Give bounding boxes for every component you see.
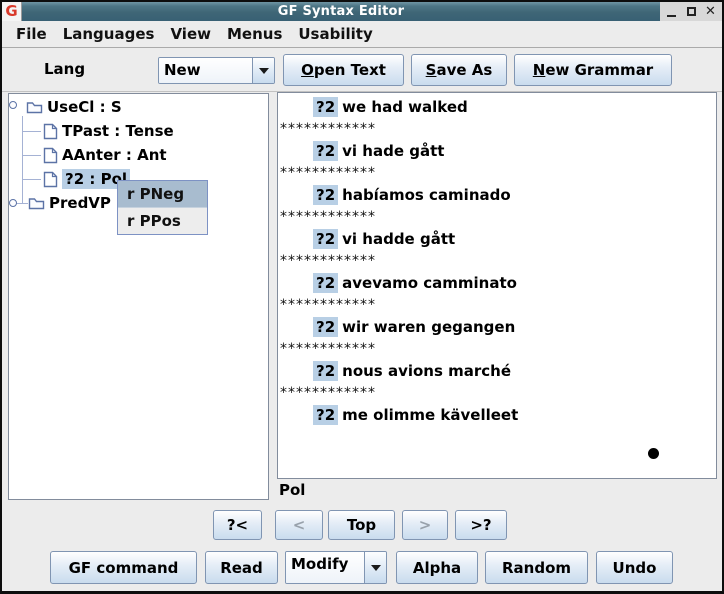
maximize-icon	[687, 7, 696, 16]
nav-top-button[interactable]: Top	[328, 510, 395, 540]
sentence-finnish[interactable]: ?2me olimme kävelleet	[278, 404, 716, 426]
window-title: GF Syntax Editor	[278, 4, 404, 19]
bullet-dot-icon	[648, 448, 659, 459]
sentence-norwegian[interactable]: ?2vi hadde gått	[278, 228, 716, 250]
tree-node-label: AAnter : Ant	[62, 146, 167, 164]
document-icon	[43, 147, 58, 164]
document-icon	[43, 171, 58, 188]
tree-connector-line	[22, 116, 23, 203]
gf-syntax-editor-window: G GF Syntax Editor ✕ File Languages View…	[0, 0, 724, 594]
metavariable-token[interactable]: ?2	[313, 229, 338, 249]
random-button[interactable]: Random	[485, 551, 588, 584]
nav-prev-button[interactable]: <	[275, 510, 323, 540]
linearization-panel: ?2we had walked ************ ?2vi hade g…	[277, 92, 717, 479]
folder-icon	[28, 196, 45, 210]
metavariable-token[interactable]: ?2	[313, 273, 338, 293]
sentence-french[interactable]: ?2nous avions marché	[278, 360, 716, 382]
tree-node-label: TPast : Tense	[62, 122, 174, 140]
separator-line: ************	[278, 250, 716, 272]
metavariable-token[interactable]: ?2	[313, 97, 338, 117]
tree-node-usecl[interactable]: UseCl : S	[26, 96, 122, 118]
menu-bar: File Languages View Menus Usability	[2, 21, 722, 48]
chevron-down-icon	[259, 68, 269, 74]
menu-view[interactable]: View	[162, 25, 219, 43]
syntax-tree-panel: UseCl : S TPast : Tense AAnter : Ant ?2 …	[8, 93, 269, 500]
lang-combobox[interactable]: New	[158, 57, 275, 84]
popup-item-pneg[interactable]: r PNeg	[118, 181, 207, 208]
status-category-label: Pol	[279, 481, 305, 499]
separator-line: ************	[278, 118, 716, 140]
alpha-button[interactable]: Alpha	[396, 551, 478, 584]
separator-line: ************	[278, 382, 716, 404]
minimize-icon	[667, 15, 676, 17]
tree-connector-line	[22, 155, 41, 156]
tree-connector-line	[22, 179, 41, 180]
folder-icon	[26, 100, 43, 114]
tree-handle-expanded-icon[interactable]	[9, 101, 17, 109]
menu-usability[interactable]: Usability	[290, 25, 380, 43]
nav-prev-metavariable-button[interactable]: ?<	[213, 510, 262, 540]
tree-node-aanter[interactable]: AAnter : Ant	[43, 144, 167, 166]
separator-line: ************	[278, 338, 716, 360]
sentence-swedish[interactable]: ?2vi hade gått	[278, 140, 716, 162]
metavariable-token[interactable]: ?2	[313, 317, 338, 337]
metavariable-token[interactable]: ?2	[313, 361, 338, 381]
metavariable-token[interactable]: ?2	[313, 141, 338, 161]
toolbar: Lang New Open Text Save As New Grammar	[2, 48, 722, 92]
document-icon	[43, 123, 58, 140]
close-button[interactable]: ✕	[703, 4, 719, 19]
separator-line: ************	[278, 206, 716, 228]
separator-line: ************	[278, 162, 716, 184]
modify-combobox-arrow-button[interactable]	[364, 552, 386, 583]
sentence-german[interactable]: ?2wir waren gegangen	[278, 316, 716, 338]
metavariable-token[interactable]: ?2	[313, 405, 338, 425]
popup-item-ppos[interactable]: r PPos	[118, 208, 207, 235]
sentence-italian[interactable]: ?2avevamo camminato	[278, 272, 716, 294]
read-button[interactable]: Read	[205, 551, 278, 584]
refinement-popup-menu: r PNeg r PPos	[117, 180, 208, 235]
lang-label: Lang	[44, 60, 85, 78]
menu-menus[interactable]: Menus	[219, 25, 290, 43]
tree-node-label: UseCl : S	[47, 98, 122, 116]
minimize-button[interactable]	[664, 4, 680, 19]
title-bar[interactable]: GF Syntax Editor	[22, 2, 660, 21]
nav-next-metavariable-button[interactable]: >?	[455, 510, 507, 540]
menu-languages[interactable]: Languages	[55, 25, 163, 43]
tree-node-tpast[interactable]: TPast : Tense	[43, 120, 174, 142]
sentence-spanish[interactable]: ?2habíamos caminado	[278, 184, 716, 206]
maximize-button[interactable]	[683, 4, 699, 19]
tree-connector-line	[22, 131, 41, 132]
tree-node-predvp[interactable]: PredVP	[28, 192, 111, 214]
new-grammar-button[interactable]: New Grammar	[514, 54, 672, 86]
separator-line: ************	[278, 294, 716, 316]
tree-handle-collapsed-icon[interactable]	[9, 199, 17, 207]
modify-combobox-value: Modify	[286, 552, 364, 583]
open-text-button[interactable]: Open Text	[283, 54, 404, 86]
chevron-down-icon	[371, 565, 381, 571]
menu-file[interactable]: File	[8, 25, 55, 43]
lang-combobox-value: New	[159, 58, 252, 83]
save-as-button[interactable]: Save As	[411, 54, 507, 86]
gf-command-button[interactable]: GF command	[50, 551, 197, 584]
app-logo: G	[2, 2, 22, 21]
tree-node-label: PredVP	[49, 194, 111, 212]
lang-combobox-arrow-button[interactable]	[252, 58, 274, 83]
nav-next-button[interactable]: >	[402, 510, 448, 540]
metavariable-token[interactable]: ?2	[313, 185, 338, 205]
close-icon: ✕	[705, 5, 716, 18]
linearization-content: ?2we had walked ************ ?2vi hade g…	[278, 93, 716, 478]
undo-button[interactable]: Undo	[596, 551, 673, 584]
gf-logo-icon: G	[5, 4, 17, 19]
modify-combobox[interactable]: Modify	[285, 551, 387, 584]
sentence-english[interactable]: ?2we had walked	[278, 96, 716, 118]
window-controls: ✕	[660, 2, 722, 21]
